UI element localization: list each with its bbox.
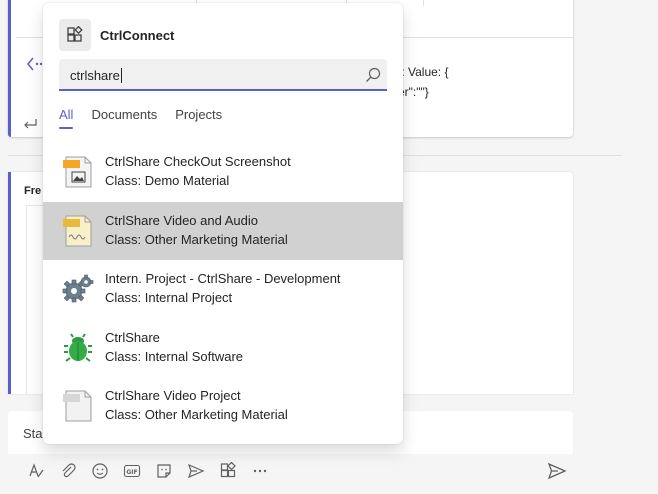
sticker-button[interactable] bbox=[148, 460, 180, 482]
tab-projects[interactable]: Projects bbox=[175, 107, 222, 129]
more-options-button[interactable] bbox=[244, 460, 276, 482]
result-title: CtrlShare Video and Audio bbox=[105, 212, 258, 228]
bug-icon bbox=[64, 332, 92, 362]
ctrlconnect-flyout: CtrlConnect ctrlshare All Documents Proj… bbox=[43, 3, 403, 444]
result-tabs: All Documents Projects bbox=[59, 107, 240, 131]
compose-toolbar: GIF bbox=[20, 460, 276, 482]
result-title: CtrlShare Video Project bbox=[105, 388, 241, 403]
gif-icon: GIF bbox=[123, 464, 141, 478]
tab-all[interactable]: All bbox=[59, 107, 74, 129]
svg-text:GIF: GIF bbox=[126, 469, 137, 476]
tab-documents[interactable]: Documents bbox=[91, 107, 157, 129]
results-list: CtrlShare CheckOut Screenshot Class: Dem… bbox=[43, 143, 403, 436]
apps-icon bbox=[220, 462, 236, 478]
send-icon bbox=[547, 462, 567, 480]
app-title: CtrlConnect bbox=[100, 27, 175, 43]
gears-icon bbox=[62, 274, 94, 303]
result-item[interactable]: CtrlShare Video and Audio Class: Other M… bbox=[43, 201, 403, 260]
card-label: Fre bbox=[24, 185, 42, 197]
format-button[interactable] bbox=[20, 460, 52, 482]
result-class: Class: Internal Project bbox=[105, 290, 233, 305]
result-class: Class: Internal Software bbox=[105, 348, 244, 364]
result-item[interactable]: CtrlShare Class: Internal Software bbox=[43, 319, 403, 378]
result-title: CtrlShare CheckOut Screenshot bbox=[105, 154, 291, 169]
emoji-button[interactable] bbox=[84, 460, 116, 482]
send-later-icon bbox=[188, 463, 205, 479]
code-line-1: t: Value: { bbox=[398, 65, 449, 79]
result-item[interactable]: CtrlShare Video Project Class: Other Mar… bbox=[43, 377, 403, 436]
media-document-icon bbox=[63, 215, 92, 246]
search-input-value[interactable]: ctrlshare bbox=[70, 68, 122, 83]
attach-button[interactable] bbox=[52, 460, 84, 482]
result-class: Class: Other Marketing Material bbox=[105, 407, 288, 422]
app-header: CtrlConnect bbox=[59, 19, 174, 51]
sticker-icon bbox=[157, 464, 171, 478]
result-title: CtrlShare bbox=[105, 329, 160, 345]
image-document-icon bbox=[63, 156, 92, 188]
search-query-text: ctrlshare bbox=[70, 68, 120, 83]
text-caret bbox=[120, 68, 122, 83]
gif-button[interactable]: GIF bbox=[116, 460, 148, 482]
apps-button[interactable] bbox=[212, 460, 244, 482]
message-accent-bar bbox=[8, 172, 11, 394]
paperclip-icon bbox=[62, 463, 76, 478]
gray-document-icon bbox=[63, 390, 92, 422]
ctrlconnect-logo-icon bbox=[59, 19, 91, 51]
more-icon bbox=[253, 469, 267, 473]
search-input[interactable]: ctrlshare bbox=[59, 59, 387, 91]
table-cell-divider bbox=[423, 0, 424, 6]
reply-icon[interactable] bbox=[22, 117, 38, 131]
send-button[interactable] bbox=[545, 460, 569, 482]
schedule-send-button[interactable] bbox=[180, 460, 212, 482]
compose-placeholder: Sta bbox=[23, 426, 43, 441]
result-class: Class: Other Marketing Material bbox=[105, 231, 288, 247]
message-accent-bar bbox=[8, 0, 11, 137]
result-item[interactable]: CtrlShare CheckOut Screenshot Class: Dem… bbox=[43, 143, 403, 202]
result-title: Intern. Project - CtrlShare - Developmen… bbox=[105, 271, 341, 286]
result-class: Class: Demo Material bbox=[105, 173, 230, 188]
result-item[interactable]: Intern. Project - CtrlShare - Developmen… bbox=[43, 260, 403, 319]
format-icon bbox=[29, 463, 44, 478]
search-icon[interactable] bbox=[365, 67, 381, 83]
emoji-icon bbox=[92, 463, 108, 479]
